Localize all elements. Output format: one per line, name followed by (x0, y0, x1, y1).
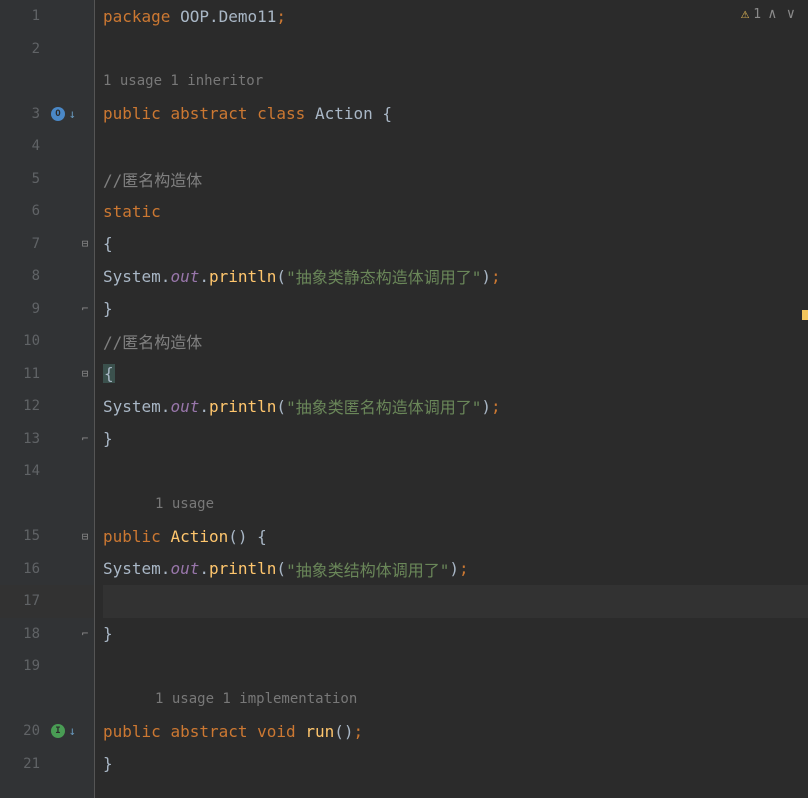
inspection-badge[interactable]: ⚠ 1 ∧ ∨ (741, 6, 798, 22)
fold-icon[interactable]: ⊟ (79, 368, 91, 380)
code-line[interactable] (103, 33, 808, 66)
code-line[interactable]: //匿名构造体 (103, 163, 808, 196)
usage-hint[interactable]: 1 usage 1 implementation (103, 683, 808, 716)
editor-gutter: 1 2 3 O ↓ 4 5 6 7 ⊟ 8 9 ⌐ 10 11 ⊟ 12 13 ⌐ 14… (0, 0, 95, 798)
code-area[interactable]: package OOP.Demo11; 1 usage 1 inheritor … (95, 0, 808, 798)
line-number: 14 (10, 463, 40, 479)
usage-hint[interactable]: 1 usage 1 inheritor (103, 65, 808, 98)
line-number: 8 (10, 268, 40, 284)
fold-icon[interactable]: ⊟ (79, 238, 91, 250)
code-line[interactable]: { (103, 358, 808, 391)
arrow-down-icon: ↓ (69, 107, 76, 121)
line-number: 7 (10, 236, 40, 252)
code-line[interactable]: public abstract void run(); (103, 715, 808, 748)
fold-end-icon[interactable]: ⌐ (79, 628, 91, 640)
code-line[interactable]: package OOP.Demo11; (103, 0, 808, 33)
code-line[interactable]: } (103, 618, 808, 651)
code-line[interactable]: System.out.println("抽象类静态构造体调用了"); (103, 260, 808, 293)
code-line-current[interactable] (103, 585, 808, 618)
prev-highlight-button[interactable]: ∧ (765, 6, 779, 22)
line-number: 20 (10, 723, 40, 739)
line-number: 1 (10, 8, 40, 24)
code-line[interactable]: System.out.println("抽象类结构体调用了"); (103, 553, 808, 586)
line-number: 16 (10, 561, 40, 577)
line-number: 13 (10, 431, 40, 447)
arrow-down-icon: ↓ (69, 724, 76, 738)
line-number: 5 (10, 171, 40, 187)
next-highlight-button[interactable]: ∨ (784, 6, 798, 22)
code-line[interactable]: { (103, 228, 808, 261)
line-number: 6 (10, 203, 40, 219)
code-line[interactable]: } (103, 293, 808, 326)
usage-hint[interactable]: 1 usage (103, 488, 808, 521)
code-line[interactable]: public Action() { (103, 520, 808, 553)
code-line[interactable] (103, 650, 808, 683)
code-line[interactable]: public abstract class Action { (103, 98, 808, 131)
inspection-count: 1 (753, 7, 761, 22)
line-number: 21 (10, 756, 40, 772)
line-number: 2 (10, 41, 40, 57)
line-number: 4 (10, 138, 40, 154)
line-number: 19 (10, 658, 40, 674)
line-number: 15 (10, 528, 40, 544)
code-line[interactable]: //匿名构造体 (103, 325, 808, 358)
line-number: 17 (10, 593, 40, 609)
method-override-icon[interactable]: I (50, 723, 66, 739)
warning-icon: ⚠ (741, 6, 749, 22)
line-number: 3 (10, 106, 40, 122)
code-line[interactable]: System.out.println("抽象类匿名构造体调用了"); (103, 390, 808, 423)
code-editor[interactable]: 1 2 3 O ↓ 4 5 6 7 ⊟ 8 9 ⌐ 10 11 ⊟ 12 13 ⌐ 14… (0, 0, 808, 798)
line-number: 12 (10, 398, 40, 414)
code-line[interactable] (103, 130, 808, 163)
code-line[interactable] (103, 455, 808, 488)
fold-end-icon[interactable]: ⌐ (79, 433, 91, 445)
fold-icon[interactable]: ⊟ (79, 530, 91, 542)
code-line[interactable]: } (103, 423, 808, 456)
line-number: 18 (10, 626, 40, 642)
class-override-icon[interactable]: O (50, 106, 66, 122)
line-number: 11 (10, 366, 40, 382)
code-line[interactable]: } (103, 748, 808, 781)
fold-end-icon[interactable]: ⌐ (79, 303, 91, 315)
code-line[interactable]: static (103, 195, 808, 228)
line-number: 9 (10, 301, 40, 317)
line-number: 10 (10, 333, 40, 349)
